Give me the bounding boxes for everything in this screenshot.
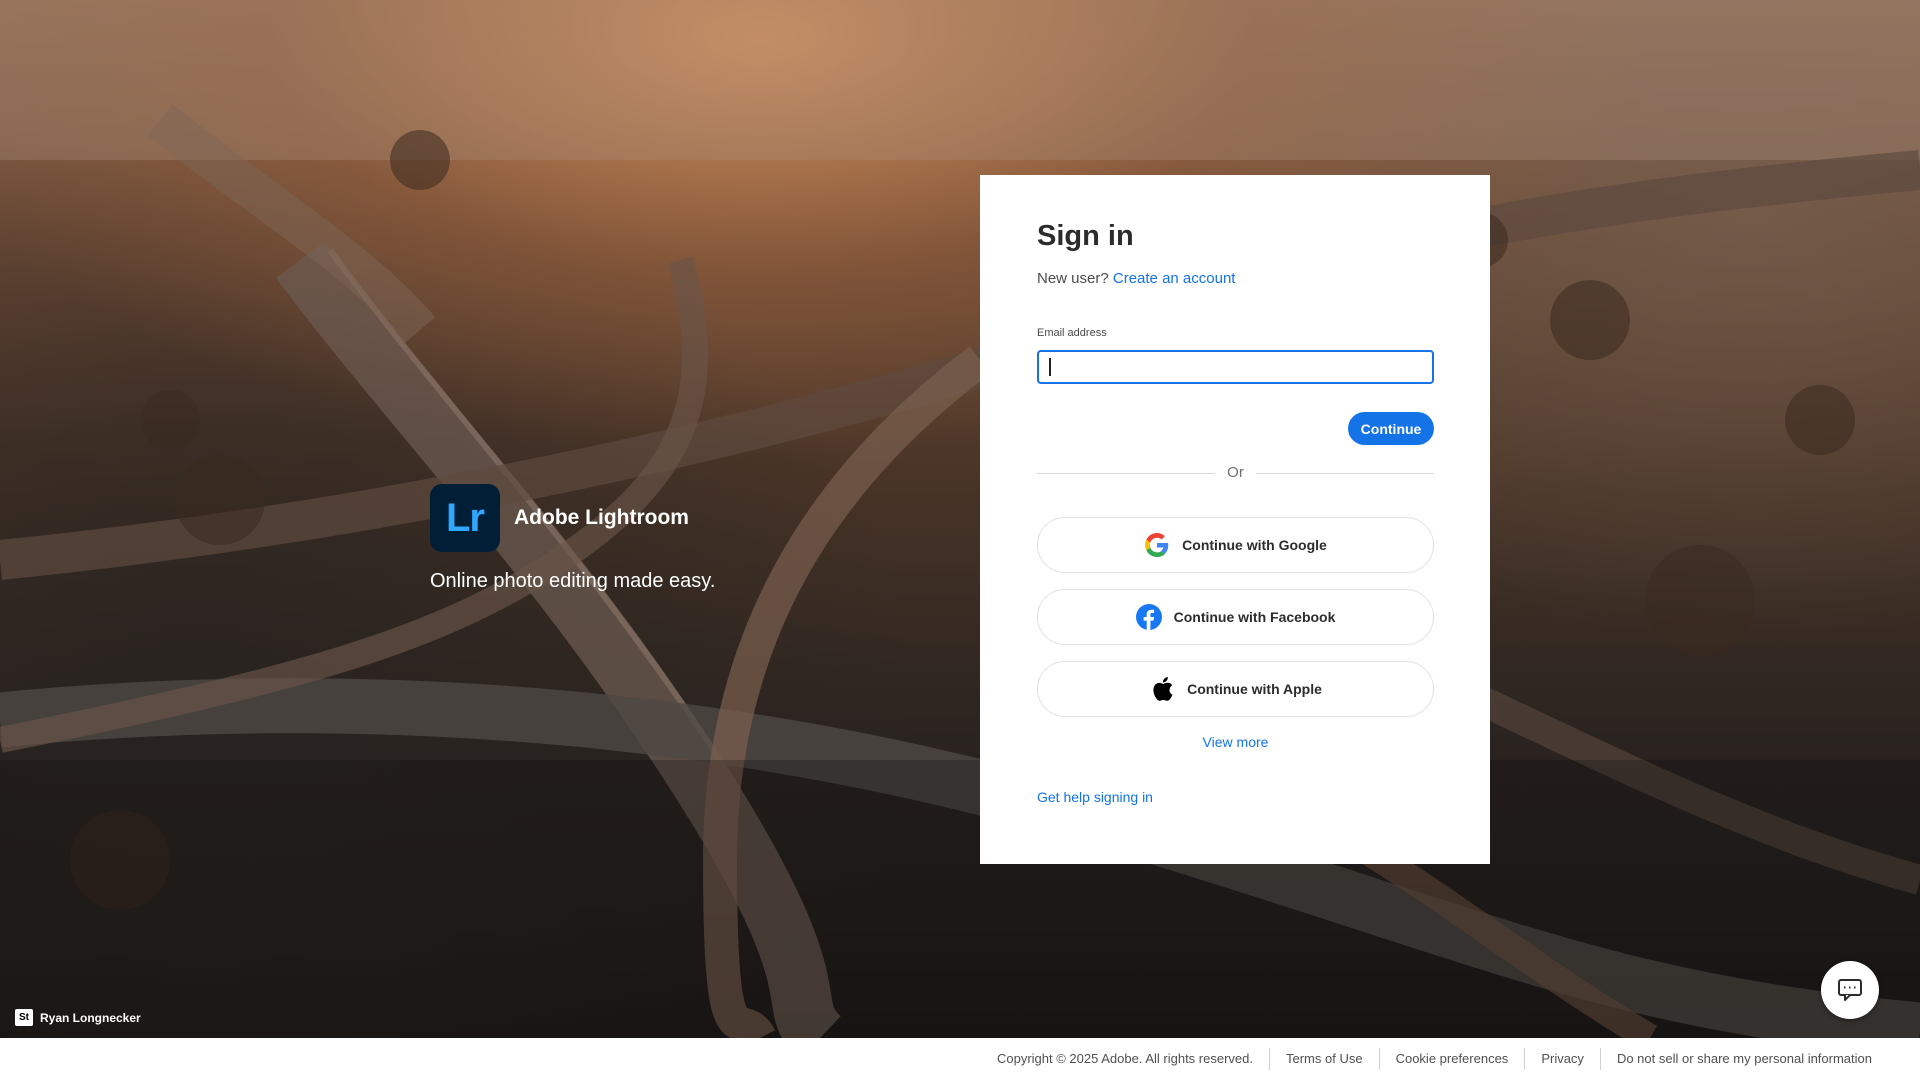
copyright-text: Copyright © 2025 Adobe. All rights reser… — [996, 1051, 1253, 1066]
or-divider: Or — [1037, 464, 1434, 481]
photo-credit[interactable]: St Ryan Longnecker — [15, 1009, 141, 1026]
tagline: Online photo editing made easy. — [430, 570, 716, 592]
page-title: Sign in — [1037, 220, 1134, 252]
get-help-link[interactable]: Get help signing in — [1037, 789, 1153, 805]
continue-with-google-button[interactable]: Continue with Google — [1037, 517, 1434, 573]
text-cursor — [1049, 358, 1051, 376]
lightroom-logo-icon: Lr — [430, 484, 500, 552]
photographer-name: Ryan Longnecker — [40, 1010, 141, 1025]
terms-of-use-link[interactable]: Terms of Use — [1269, 1048, 1379, 1070]
chat-button[interactable] — [1821, 961, 1879, 1019]
cookie-preferences-link[interactable]: Cookie preferences — [1378, 1048, 1525, 1070]
email-field[interactable] — [1037, 350, 1434, 384]
continue-with-apple-button[interactable]: Continue with Apple — [1037, 661, 1434, 717]
facebook-icon — [1135, 604, 1162, 630]
chat-icon — [1838, 979, 1862, 1001]
google-icon — [1144, 532, 1170, 558]
background-photo — [0, 0, 1920, 1038]
new-user-prompt: New user? Create an account — [1037, 270, 1235, 287]
signin-card: Sign in New user? Create an account Emai… — [980, 175, 1490, 864]
google-button-label: Continue with Google — [1182, 537, 1327, 553]
continue-with-facebook-button[interactable]: Continue with Facebook — [1037, 589, 1434, 645]
new-user-text: New user? — [1037, 270, 1109, 287]
product-name: Adobe Lightroom — [514, 506, 689, 529]
apple-button-label: Continue with Apple — [1187, 681, 1322, 697]
apple-icon — [1149, 676, 1175, 702]
footer: Copyright © 2025 Adobe. All rights reser… — [0, 1038, 1920, 1080]
continue-button[interactable]: Continue — [1348, 412, 1434, 445]
brand-block: Lr Adobe Lightroom Online photo editing … — [430, 484, 715, 593]
adobe-stock-icon: St — [15, 1009, 33, 1026]
create-account-link[interactable]: Create an account — [1113, 270, 1236, 287]
highway-illustration — [0, 0, 1920, 1038]
do-not-sell-link[interactable]: Do not sell or share my personal informa… — [1599, 1048, 1888, 1070]
divider-line-right — [1256, 473, 1434, 474]
email-label: Email address — [1037, 327, 1107, 339]
facebook-button-label: Continue with Facebook — [1173, 609, 1336, 625]
view-more-link[interactable]: View more — [1037, 734, 1434, 750]
privacy-link[interactable]: Privacy — [1524, 1048, 1600, 1070]
